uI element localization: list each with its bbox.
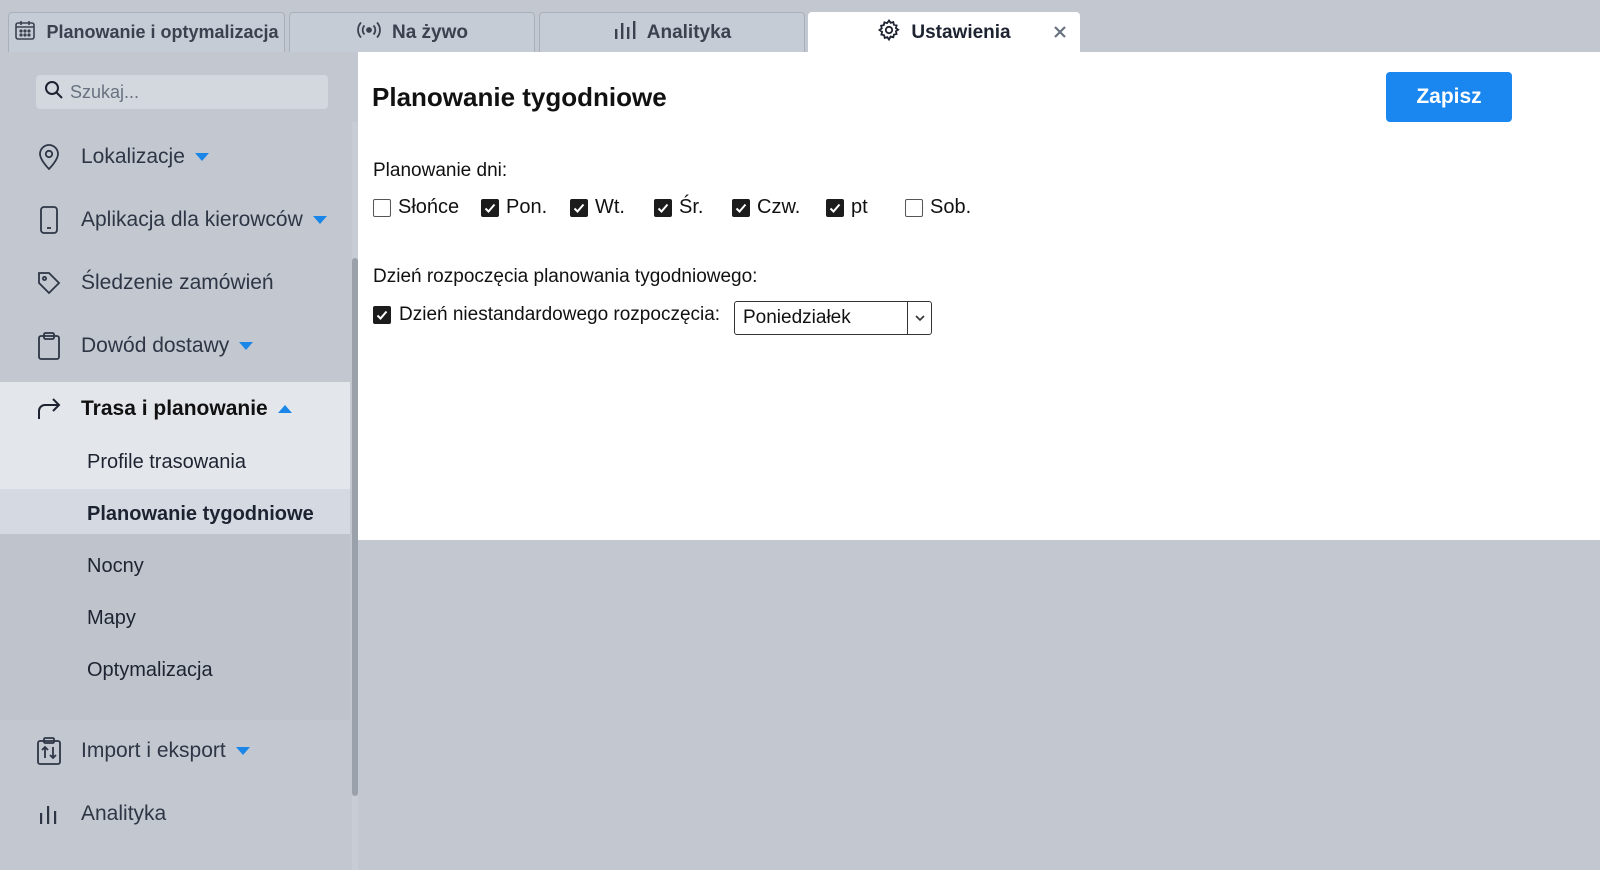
sidebar-item-label: Dowód dostawy xyxy=(81,334,230,357)
tab-label: Analityka xyxy=(646,21,732,43)
sidebar-item-driver-app[interactable]: Aplikacja dla kierowców xyxy=(0,190,350,250)
day-checkbox-thu[interactable]: Czw. xyxy=(732,196,800,219)
phone-icon xyxy=(36,206,62,234)
sidebar-item-label: Analityka xyxy=(81,802,167,825)
bar-chart-icon xyxy=(613,19,637,47)
checkbox-checked[interactable] xyxy=(654,198,672,217)
day-checkbox-mon[interactable]: Pon. xyxy=(481,196,547,219)
day-label: pt xyxy=(851,196,868,218)
chevron-down-icon xyxy=(312,216,327,224)
day-label: Wt. xyxy=(595,196,625,218)
sidebar-subitem-label: Mapy xyxy=(87,606,136,629)
chevron-down-icon xyxy=(239,342,254,350)
start-day-label: Dzień rozpoczęcia planowania tygodnioweg… xyxy=(373,266,758,287)
day-label: Słońce xyxy=(398,196,460,218)
sidebar-subitem-night[interactable]: Nocny xyxy=(0,541,350,591)
sidebar-item-label: Lokalizacje xyxy=(81,145,185,168)
checkbox-checked[interactable] xyxy=(732,198,750,217)
day-checkbox-tue[interactable]: Wt. xyxy=(570,196,625,219)
tab-bar: Planowanie i optymalizacja Na żywo Anali… xyxy=(0,0,1600,52)
checkbox[interactable] xyxy=(905,198,923,217)
sidebar-subitem-label: Planowanie tygodniowe xyxy=(87,502,314,525)
chevron-down-icon xyxy=(194,153,209,161)
sidebar-item-order-tracking[interactable]: Śledzenie zamówień xyxy=(0,253,350,313)
custom-start-checkbox[interactable] xyxy=(373,306,391,324)
tag-icon xyxy=(36,270,62,296)
sidebar-item-locations[interactable]: Lokalizacje xyxy=(0,127,350,187)
gear-icon xyxy=(877,18,901,48)
tab-live[interactable]: Na żywo xyxy=(289,12,535,52)
checkbox[interactable] xyxy=(373,198,391,217)
day-label: Pon. xyxy=(506,196,548,218)
chevron-up-icon xyxy=(277,405,292,413)
sidebar-subitem-weekly-planning[interactable]: Planowanie tygodniowe xyxy=(0,489,350,539)
tab-label: Ustawienia xyxy=(911,21,1011,43)
sidebar-item-import-export[interactable]: Import i eksport xyxy=(0,721,350,781)
checkbox-checked[interactable] xyxy=(570,198,588,217)
custom-start-label: Dzień niestandardowego rozpoczęcia: xyxy=(399,304,721,325)
import-export-icon xyxy=(36,737,62,765)
location-pin-icon xyxy=(36,144,62,171)
clipboard-icon xyxy=(36,332,62,360)
chevron-down-icon[interactable] xyxy=(907,302,931,334)
tab-planning[interactable]: Planowanie i optymalizacja xyxy=(8,12,285,52)
checkbox-checked[interactable] xyxy=(481,198,499,217)
day-checkbox-sat[interactable]: Sob. xyxy=(905,196,971,219)
sidebar-item-label: Śledzenie zamówień xyxy=(81,271,274,294)
close-icon[interactable] xyxy=(1051,23,1069,41)
start-day-select[interactable]: Poniedziałek xyxy=(734,301,932,335)
sidebar-item-label: Import i eksport xyxy=(81,739,226,762)
sidebar-item-label: Trasa i planowanie xyxy=(81,397,268,420)
day-checkbox-sun[interactable]: Słońce xyxy=(373,196,459,219)
bar-chart-icon xyxy=(36,801,62,827)
days-label: Planowanie dni: xyxy=(373,160,508,181)
day-checkbox-fri[interactable]: pt xyxy=(826,196,868,219)
route-arrow-icon xyxy=(36,396,62,422)
day-checkbox-wed[interactable]: Śr. xyxy=(654,196,703,219)
sidebar-subitem-label: Profile trasowania xyxy=(87,450,246,473)
day-label: Czw. xyxy=(757,196,801,218)
sidebar-subitem-optimization[interactable]: Optymalizacja xyxy=(0,645,350,695)
save-button[interactable]: Zapisz xyxy=(1386,72,1512,122)
day-label: Śr. xyxy=(679,196,704,218)
sidebar-subitem-label: Nocny xyxy=(87,554,144,577)
settings-panel: Planowanie tygodniowe Zapisz Planowanie … xyxy=(358,52,1600,540)
calendar-icon xyxy=(14,19,36,47)
tab-label: Na żywo xyxy=(391,21,469,43)
page-title: Planowanie tygodniowe xyxy=(372,82,667,112)
day-label: Sob. xyxy=(930,196,972,218)
sidebar-item-proof-of-delivery[interactable]: Dowód dostawy xyxy=(0,316,350,376)
sidebar-subitem-label: Optymalizacja xyxy=(87,658,213,681)
chevron-down-icon xyxy=(235,747,250,755)
checkbox-checked[interactable] xyxy=(826,198,844,217)
sidebar-subitem-maps[interactable]: Mapy xyxy=(0,593,350,643)
tab-label: Planowanie i optymalizacja xyxy=(46,22,279,42)
sidebar-item-route-planning[interactable]: Trasa i planowanie xyxy=(0,379,350,439)
search-input[interactable] xyxy=(70,81,320,103)
sidebar-item-label: Aplikacja dla kierowców xyxy=(81,208,303,231)
sidebar-item-analytics[interactable]: Analityka xyxy=(0,784,350,844)
search-box[interactable] xyxy=(36,75,328,109)
tab-settings[interactable]: Ustawienia xyxy=(808,12,1080,52)
tab-analytics[interactable]: Analityka xyxy=(539,12,805,52)
custom-start-checkbox-row[interactable]: Dzień niestandardowego rozpoczęcia: xyxy=(373,304,720,326)
broadcast-icon xyxy=(356,20,382,46)
search-icon xyxy=(44,80,64,105)
select-value: Poniedziałek xyxy=(743,307,851,328)
sidebar-subitem-routing-profiles[interactable]: Profile trasowania xyxy=(0,437,350,487)
sidebar: Lokalizacje Aplikacja dla kierowców Śled… xyxy=(0,52,358,870)
